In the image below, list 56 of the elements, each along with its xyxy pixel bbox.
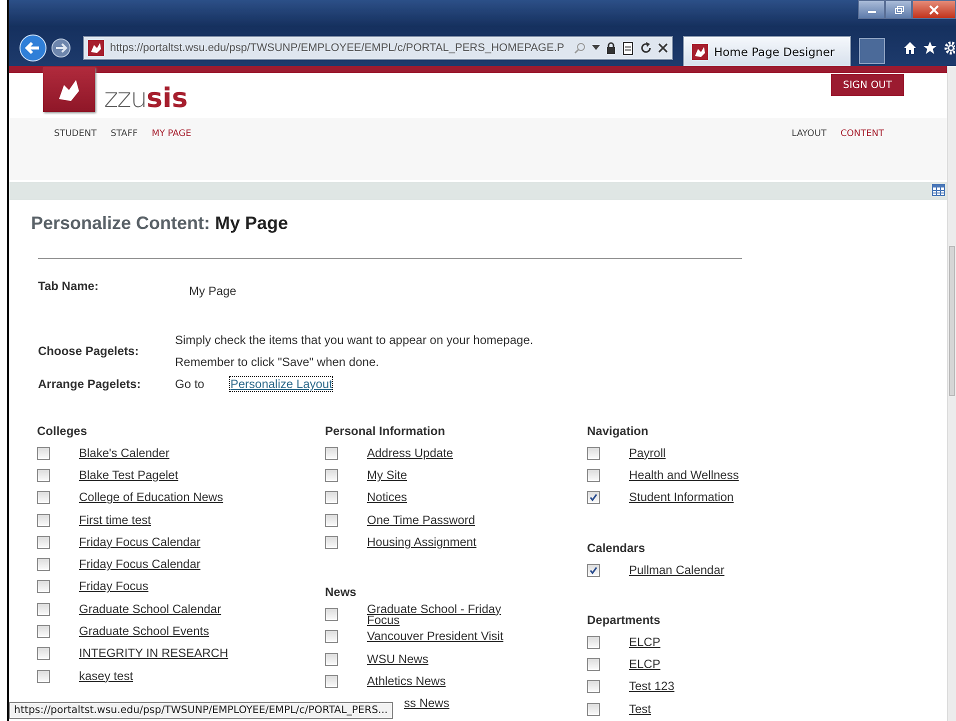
pagelet-link[interactable]: One Time Password bbox=[367, 514, 476, 526]
group-heading: Colleges bbox=[37, 423, 88, 440]
pagelet-link[interactable]: ELCP bbox=[629, 659, 660, 670]
pagelet-link[interactable]: My Site bbox=[367, 470, 408, 481]
personalize-layout-link[interactable]: Personalize Layout bbox=[230, 377, 332, 391]
browser-tab[interactable]: Home Page Designer bbox=[683, 36, 851, 66]
pagelet-link[interactable]: Friday Focus bbox=[79, 581, 148, 592]
nav-link[interactable]: MY PAGE bbox=[144, 129, 198, 139]
page-title: Personalize Content: My Page bbox=[31, 213, 290, 235]
pagelet-link[interactable]: Payroll bbox=[629, 448, 666, 459]
nav-link[interactable]: LAYOUT bbox=[784, 129, 834, 139]
pagelet-link[interactable]: Test 123 bbox=[629, 681, 674, 692]
logo-text: sis bbox=[146, 85, 188, 112]
pagelet-link[interactable]: INTEGRITY IN RESEARCH bbox=[79, 648, 228, 660]
pagelet-link[interactable]: Vancouver President Visit bbox=[367, 631, 504, 642]
pagelet-link[interactable]: Athletics News bbox=[367, 676, 446, 688]
group-heading: Navigation bbox=[587, 423, 650, 440]
sign-out-button[interactable]: SIGN OUT bbox=[831, 74, 904, 96]
logo-text: zzu bbox=[104, 85, 146, 112]
pagelet-link[interactable]: Student Information bbox=[629, 492, 734, 504]
tab-name-value: My Page bbox=[188, 284, 238, 298]
pagelet-link[interactable]: Graduate School Events bbox=[79, 626, 210, 638]
form-label: Arrange Pagelets: bbox=[38, 377, 142, 391]
instruction-text: Remember to click "Save" when done. bbox=[175, 355, 380, 369]
pagelet-link[interactable]: Blake's Calender bbox=[79, 448, 170, 459]
form-label: Choose Pagelets: bbox=[38, 344, 140, 358]
pagelet-link[interactable]: Pullman Calendar bbox=[629, 564, 724, 576]
pagelet-link[interactable]: WSU News bbox=[367, 654, 428, 665]
pagelet-link[interactable]: Blake Test Pagelet bbox=[79, 470, 178, 481]
nav-link[interactable]: CONTENT bbox=[833, 129, 891, 139]
form-label: Tab Name: bbox=[38, 279, 100, 295]
pagelet-link[interactable]: Test bbox=[629, 704, 652, 715]
pagelet-link[interactable]: Friday Focus Calendar bbox=[79, 536, 200, 548]
pagelet-link[interactable]: College of Education News bbox=[79, 492, 224, 504]
group-heading: Calendars bbox=[587, 540, 646, 557]
pagelet-link[interactable]: Graduate School - Friday Focus bbox=[367, 604, 507, 626]
pagelet-link[interactable]: Address Update bbox=[367, 448, 454, 459]
pagelet-link[interactable]: First time test bbox=[79, 514, 152, 526]
pagelet-link[interactable]: Notices bbox=[367, 492, 408, 504]
group-heading: Personal Information bbox=[325, 423, 446, 440]
pagelet-link[interactable]: ss News bbox=[404, 698, 450, 710]
pagelet-link[interactable]: kasey test bbox=[79, 670, 134, 682]
instruction-text: Simply check the items that you want to appear on your homepage. bbox=[175, 333, 534, 347]
url-text: https://portaltst.wsu.edu/psp/TWSUNP/EMPLOYEE/EMPL/c/PORTAL_PERS_HOMEPAGE.P bbox=[110, 42, 566, 54]
pagelet-link[interactable]: Health and Wellness bbox=[629, 470, 739, 481]
nav-link[interactable]: STAFF bbox=[104, 129, 145, 139]
pagelet-link[interactable]: Graduate School Calendar bbox=[79, 604, 222, 615]
pagelet-link[interactable]: ELCP bbox=[629, 636, 660, 648]
pagelet-link[interactable]: Friday Focus Calendar bbox=[79, 559, 200, 570]
status-url-tooltip: https://portaltst.wsu.edu/psp/TWSUNP/EMPLOYEE/EMPL/c/PORTAL_PERS... bbox=[9, 702, 393, 719]
nav-link[interactable]: STUDENT bbox=[47, 129, 104, 139]
group-heading: Departments bbox=[587, 612, 662, 630]
address-bar[interactable]: https://portaltst.wsu.edu/psp/TWSUNP/EMPLOYEE/EMPL/c/PORTAL_PERS_HOMEPAGE.P bbox=[83, 36, 673, 60]
instruction-text: Go to bbox=[175, 377, 204, 391]
pagelet-link[interactable]: Housing Assignment bbox=[367, 536, 476, 548]
group-heading: News bbox=[325, 584, 358, 602]
